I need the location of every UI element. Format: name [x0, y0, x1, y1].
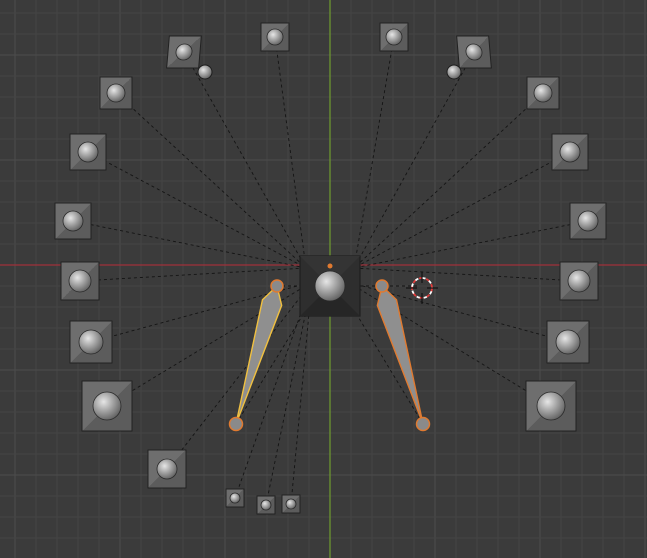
control-box: [281, 494, 301, 514]
viewport-canvas[interactable]: [0, 0, 647, 558]
controller-sphere: [314, 270, 346, 302]
relationship-line: [79, 267, 307, 282]
control-sphere: [197, 64, 213, 80]
relationship-line: [353, 36, 395, 269]
control-sphere: [77, 141, 99, 163]
control-box: [569, 202, 607, 240]
control-sphere: [385, 28, 403, 46]
relationship-line: [353, 267, 580, 282]
control-sphere: [577, 210, 599, 232]
control-sphere: [62, 210, 84, 232]
control-sphere: [555, 329, 581, 355]
control-box: [69, 133, 107, 171]
control-sphere: [567, 269, 591, 293]
control-box: [526, 76, 560, 110]
control-box: [379, 22, 409, 52]
control-box: [456, 35, 492, 69]
bone-head-joint: [270, 279, 284, 293]
control-sphere: [536, 391, 566, 421]
control-sphere: [68, 269, 92, 293]
control-box: [260, 22, 290, 52]
control-box: [166, 35, 202, 69]
3d-viewport[interactable]: [0, 0, 647, 558]
control-sphere: [106, 83, 126, 103]
center-controller: [299, 255, 361, 317]
control-box: [546, 320, 590, 364]
control-box: [256, 495, 276, 515]
control-sphere: [156, 458, 178, 480]
control-sphere: [285, 498, 297, 510]
control-box: [551, 133, 589, 171]
control-sphere: [446, 64, 462, 80]
control-box: [559, 261, 599, 301]
control-box: [54, 202, 92, 240]
control-sphere: [92, 391, 122, 421]
control-sphere: [78, 329, 104, 355]
bone-tail-joint: [415, 416, 431, 432]
control-sphere: [533, 83, 553, 103]
control-sphere: [266, 28, 284, 46]
control-box: [60, 261, 100, 301]
control-box: [99, 76, 133, 110]
object-origin-icon: [327, 263, 333, 269]
control-sphere: [260, 499, 272, 511]
relationship-line: [274, 36, 307, 269]
relationship-line: [106, 281, 313, 407]
control-box: [225, 488, 245, 508]
control-sphere: [229, 492, 241, 504]
control-sphere: [559, 141, 581, 163]
bone-head-joint: [375, 279, 389, 293]
relationship-line: [166, 281, 313, 470]
bone-tail-joint: [228, 416, 244, 432]
control-box: [525, 380, 577, 432]
control-box: [81, 380, 133, 432]
control-box: [69, 320, 113, 364]
control-box: [147, 449, 187, 489]
